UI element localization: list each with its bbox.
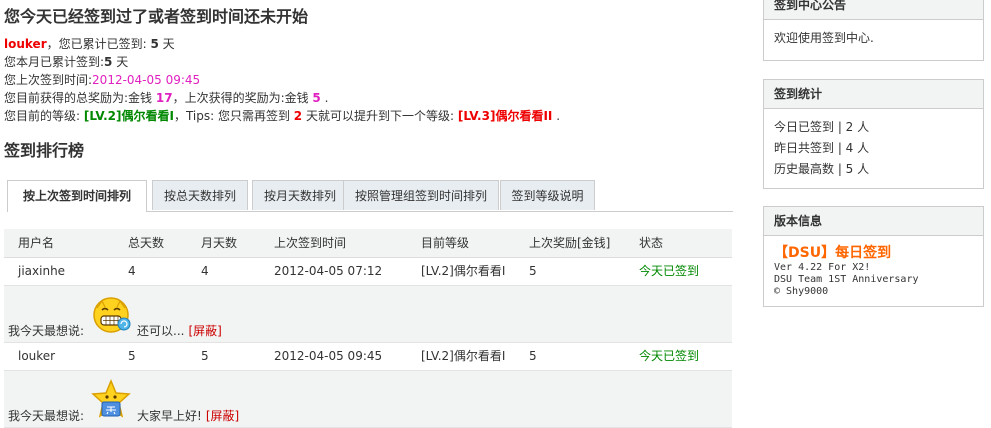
version-title: 版本信息: [764, 207, 983, 236]
row-username[interactable]: louker: [18, 343, 55, 370]
unit: 天: [158, 37, 175, 51]
last-reward: 5: [312, 91, 321, 105]
notice-title: 签到中心公告: [764, 0, 983, 20]
stat-record: 历史最高数 | 5 人: [774, 162, 870, 176]
table-row: jiaxinhe 4 4 2012-04-05 07:12 [LV.2]偶尔看看…: [4, 258, 732, 286]
star-face-icon: [91, 379, 131, 418]
mood-row: 我今天最想说: 大家早上好! [屏蔽]: [4, 371, 732, 428]
info-text: ，上次获得的奖励为:金钱: [172, 91, 313, 105]
tab-last-signin-time[interactable]: 按上次签到时间排列: [7, 180, 147, 212]
table-row: louker 5 5 2012-04-05 09:45 [LV.2]偶尔看看I …: [4, 343, 732, 371]
row-last-time: 2012-04-05 09:45: [274, 349, 383, 363]
info-line-5: 您目前的等级: [LV.2]偶尔看看I，Tips: 您只需再签到 2 天就可以提…: [4, 107, 560, 125]
mood-text: 还可以...: [137, 324, 185, 338]
col-reward: 上次奖励[金钱]: [529, 236, 611, 250]
row-level: [LV.2]偶尔看看I: [421, 349, 506, 363]
current-level: [LV.2]偶尔看看I: [83, 109, 174, 123]
version-line: © Shy9000: [774, 286, 829, 297]
info-line-1: louker，您已累计已签到: 5 天: [4, 35, 560, 53]
notice-panel: 签到中心公告 欢迎使用签到中心.: [763, 0, 984, 61]
mood-message: 大家早上好! [屏蔽]: [137, 407, 239, 424]
ranking-tabs: 按上次签到时间排列 按总天数排列 按月天数排列 按照管理组签到时间排列 签到等级…: [7, 180, 733, 212]
info-text: 您目前获得的总奖励为:金钱: [4, 91, 156, 105]
row-reward: 5: [529, 349, 537, 363]
unit: 天: [112, 55, 129, 69]
row-month-days: 4: [201, 264, 209, 278]
info-text: .: [552, 109, 561, 123]
smiley-face-icon: [93, 297, 131, 333]
tab-admin-signin-time[interactable]: 按照管理组签到时间排列: [343, 180, 499, 210]
notice-body: 欢迎使用签到中心.: [774, 31, 874, 45]
total-reward: 17: [155, 91, 173, 105]
stats-panel: 签到统计 今日已签到 | 2 人 昨日共签到 | 4 人 历史最高数 | 5 人: [763, 79, 984, 189]
info-line-2: 您本月已累计签到:5 天: [4, 53, 560, 71]
mood-text: 大家早上好!: [137, 409, 202, 423]
block-link[interactable]: [屏蔽]: [188, 324, 221, 338]
tab-total-days[interactable]: 按总天数排列: [152, 180, 248, 210]
col-last-time: 上次签到时间: [274, 236, 347, 250]
row-username[interactable]: jiaxinhe: [18, 258, 65, 285]
username[interactable]: louker: [4, 37, 47, 51]
mood-message: 还可以... [屏蔽]: [137, 322, 222, 339]
total-days: 5: [150, 37, 159, 51]
info-line-4: 您目前获得的总奖励为:金钱 17，上次获得的奖励为:金钱 5 .: [4, 89, 560, 107]
row-total-days: 5: [128, 349, 136, 363]
info-text: .: [320, 91, 329, 105]
stats-body: 今日已签到 | 2 人 昨日共签到 | 4 人 历史最高数 | 5 人: [764, 109, 983, 188]
block-link[interactable]: [屏蔽]: [206, 409, 239, 423]
last-signin-time: 2012-04-05 09:45: [92, 73, 201, 87]
col-level: 目前等级: [421, 236, 470, 250]
row-total-days: 4: [128, 264, 136, 278]
col-status: 状态: [639, 236, 664, 250]
row-status: 今天已签到: [639, 349, 700, 363]
next-level: [LV.3]偶尔看看II: [457, 109, 553, 123]
ranking-title: 签到排行榜: [4, 141, 85, 160]
version-lines: Ver 4.22 For X2! DSU Team 1ST Anniversar…: [774, 262, 973, 298]
version-body: 【DSU】每日签到 Ver 4.22 For X2! DSU Team 1ST …: [764, 236, 983, 306]
info-text: 您目前的等级:: [4, 109, 84, 123]
mood-label: 我今天最想说:: [8, 324, 85, 338]
col-username: 用户名: [18, 236, 55, 250]
row-level: [LV.2]偶尔看看I: [421, 264, 506, 278]
col-total-days: 总天数: [128, 236, 165, 250]
info-text: 您本月已累计签到:: [4, 55, 105, 69]
info-text: ，Tips: 您只需再签到: [173, 109, 294, 123]
tab-month-days[interactable]: 按月天数排列: [252, 180, 348, 210]
mood-row: 我今天最想说: 还可以... [屏蔽]: [4, 286, 732, 343]
version-panel: 版本信息 【DSU】每日签到 Ver 4.22 For X2! DSU Team…: [763, 206, 984, 307]
col-month-days: 月天数: [201, 236, 238, 250]
stat-yesterday: 昨日共签到 | 4 人: [774, 141, 870, 155]
row-month-days: 5: [201, 349, 209, 363]
ranking-table: 用户名 总天数 月天数 上次签到时间 目前等级 上次奖励[金钱] 状态 jiax…: [4, 229, 732, 428]
version-line: DSU Team 1ST Anniversary: [774, 274, 919, 285]
mood-label: 我今天最想说:: [8, 409, 85, 423]
info-text: ，您已累计已签到:: [46, 37, 151, 51]
info-line-3: 您上次签到时间:2012-04-05 09:45: [4, 71, 560, 89]
page-title: 您今天已经签到过了或者签到时间还未开始: [4, 7, 309, 26]
version-line: Ver 4.22 For X2!: [774, 262, 871, 273]
signin-info: louker，您已累计已签到: 5 天 您本月已累计签到:5 天 您上次签到时间…: [4, 35, 560, 125]
stat-today: 今日已签到 | 2 人: [774, 120, 870, 134]
row-last-time: 2012-04-05 07:12: [274, 264, 383, 278]
tab-level-explain[interactable]: 签到等级说明: [500, 180, 595, 210]
info-text: 您上次签到时间:: [4, 73, 93, 87]
row-status: 今天已签到: [639, 264, 700, 278]
table-header: 用户名 总天数 月天数 上次签到时间 目前等级 上次奖励[金钱] 状态: [4, 229, 732, 258]
days-needed: 2: [293, 109, 303, 123]
product-name[interactable]: 【DSU】每日签到: [774, 244, 973, 262]
row-reward: 5: [529, 264, 537, 278]
info-text: 天就可以提升到下一个等级:: [302, 109, 458, 123]
stats-title: 签到统计: [764, 80, 983, 109]
